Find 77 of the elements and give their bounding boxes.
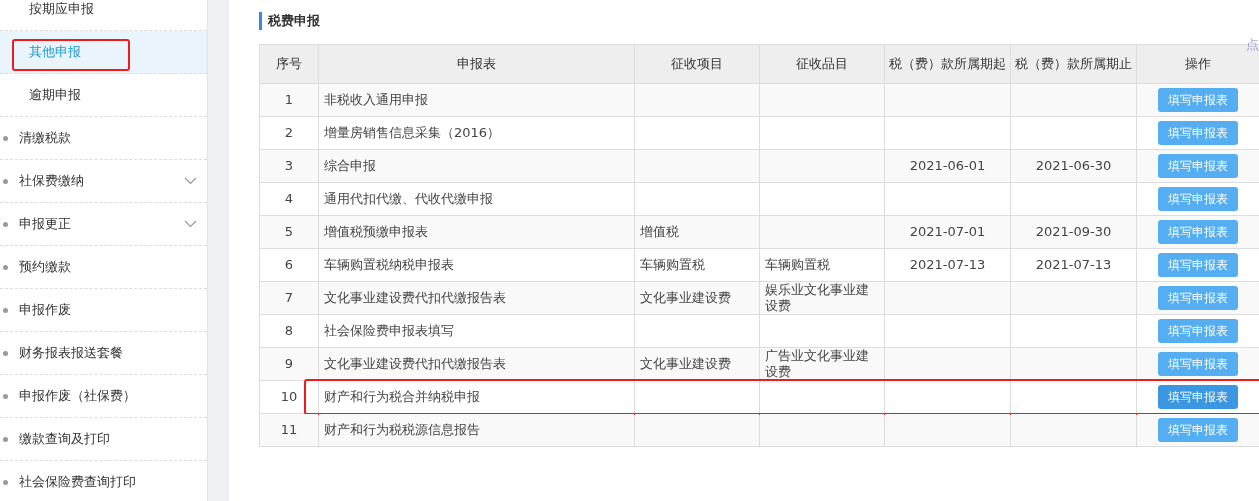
table-cell: 增量房销售信息采集（2016）: [324, 125, 501, 140]
fill-form-button[interactable]: 填写申报表: [1158, 220, 1238, 244]
column-header: 序号: [259, 44, 319, 84]
sidebar-item[interactable]: 预约缴款: [19, 257, 71, 277]
sidebar-item[interactable]: 社保费缴纳: [19, 171, 84, 191]
table-cell: 通用代扣代缴、代收代缴申报: [324, 191, 493, 206]
table-cell: 2021-06-30: [1035, 158, 1112, 173]
chevron-down-icon[interactable]: [184, 177, 197, 185]
sidebar-item[interactable]: 社会保险费查询打印: [19, 472, 136, 492]
table-cell: 文化事业建设费代扣代缴报告表: [324, 356, 506, 371]
table-cell: 财产和行为税税源信息报告: [324, 422, 480, 437]
table-cell: 增值税预缴申报表: [324, 224, 428, 239]
table-cell: 广告业文化事业建设费: [765, 348, 869, 379]
table-cell: 2021-06-01: [909, 158, 986, 173]
fill-form-button[interactable]: 填写申报表: [1158, 253, 1238, 277]
sidebar-item[interactable]: 缴款查询及打印: [19, 429, 110, 449]
fill-form-button[interactable]: 填写申报表: [1158, 385, 1238, 409]
table-cell: 5: [284, 224, 294, 239]
column-header: 征收项目: [634, 44, 760, 84]
bullet-icon: [3, 178, 8, 184]
bullet-icon: [3, 264, 8, 270]
fill-form-button[interactable]: 填写申报表: [1158, 352, 1238, 376]
table-cell: 7: [284, 290, 294, 305]
column-header: 税（费）款所属期止: [1010, 44, 1137, 84]
column-header: 征收品目: [759, 44, 885, 84]
sidebar-item[interactable]: 申报作废: [19, 300, 71, 320]
table-cell: 社会保险费申报表填写: [324, 323, 454, 338]
sidebar-item[interactable]: 清缴税款: [19, 128, 71, 148]
table-cell: 10: [280, 389, 298, 404]
table-cell: 2: [284, 125, 294, 140]
fill-form-button[interactable]: 填写申报表: [1158, 418, 1238, 442]
column-header: 税（费）款所属期起: [884, 44, 1011, 84]
fill-form-button[interactable]: 填写申报表: [1158, 187, 1238, 211]
table-cell: 1: [284, 92, 294, 107]
table-cell: 车辆购置税: [765, 257, 830, 272]
bullet-icon: [3, 221, 8, 227]
table-cell: 财产和行为税合并纳税申报: [324, 389, 480, 404]
table-cell: 2021-07-01: [909, 224, 986, 239]
bullet-icon: [3, 479, 8, 485]
table-cell: 车辆购置税: [640, 257, 705, 272]
sidebar-item[interactable]: 申报更正: [19, 214, 71, 234]
fill-form-button[interactable]: 填写申报表: [1158, 121, 1238, 145]
table-cell: 增值税: [640, 224, 679, 239]
fill-form-button[interactable]: 填写申报表: [1158, 154, 1238, 178]
sidebar-item[interactable]: 逾期申报: [29, 85, 81, 105]
table-cell: 2021-07-13: [1035, 257, 1112, 272]
table-cell: 8: [284, 323, 294, 338]
table-cell: 文化事业建设费: [640, 290, 731, 305]
bullet-icon: [3, 350, 8, 356]
bullet-icon: [3, 436, 8, 442]
sidebar-item[interactable]: 申报作废（社保费）: [19, 386, 136, 406]
fill-form-button[interactable]: 填写申报表: [1158, 286, 1238, 310]
bullet-icon: [3, 393, 8, 399]
sidebar-item[interactable]: 按期应申报: [29, 0, 94, 19]
table-cell: 车辆购置税纳税申报表: [324, 257, 454, 272]
bullet-icon: [3, 135, 8, 141]
table-cell: 娱乐业文化事业建设费: [765, 282, 869, 313]
table-cell: 非税收入通用申报: [324, 92, 428, 107]
table-cell: 6: [284, 257, 294, 272]
section-title: 税费申报: [268, 12, 320, 31]
table-cell: 4: [284, 191, 294, 206]
table-cell: 2021-07-13: [909, 257, 986, 272]
table-cell: 文化事业建设费代扣代缴报告表: [324, 290, 506, 305]
table-cell: 9: [284, 356, 294, 371]
column-header: 申报表: [318, 44, 635, 84]
corner-text: 点: [1246, 36, 1259, 54]
bullet-icon: [3, 307, 8, 313]
sidebar-item[interactable]: 其他申报: [29, 42, 81, 62]
table-cell: 2021-09-30: [1035, 224, 1112, 239]
table-cell: 综合申报: [324, 158, 376, 173]
fill-form-button[interactable]: 填写申报表: [1158, 88, 1238, 112]
table-cell: 文化事业建设费: [640, 356, 731, 371]
chevron-down-icon[interactable]: [184, 220, 197, 228]
sidebar-item[interactable]: 财务报表报送套餐: [19, 343, 123, 363]
fill-form-button[interactable]: 填写申报表: [1158, 319, 1238, 343]
table-cell: 3: [284, 158, 294, 173]
table-cell: 11: [280, 422, 298, 437]
